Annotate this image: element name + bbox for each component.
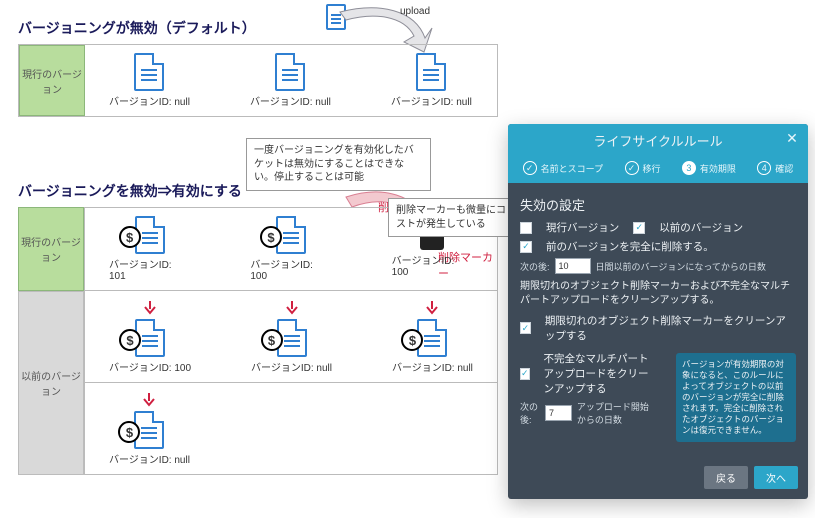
file-icon [134, 53, 164, 91]
panel-body: 失効の設定 現行バージョン 以前のバージョン 前のバージョンを完全に削除する。 … [508, 183, 808, 458]
dollar-icon: $ [260, 226, 282, 248]
version-id: バージョンID: null [109, 93, 190, 108]
checkbox-delete-previous[interactable] [520, 241, 532, 253]
file-icon: $ [277, 319, 307, 357]
checkbox-cleanup-markers-label: 期限切れのオブジェクト削除マーカーをクリーンアップする [545, 313, 796, 343]
upload-doc-icon [326, 4, 346, 30]
wizard-steps: ✓ 名前とスコープ ✓ 移行 3 有効期限 4 確認 [508, 157, 808, 183]
callout-delete-cost: 削除マーカーも微量にコストが発生している [388, 198, 518, 237]
lifecycle-panel: ライフサイクルルール ✕ ✓ 名前とスコープ ✓ 移行 3 有効期限 4 確認 失効の設… [508, 124, 808, 499]
red-arrow-icon [142, 393, 156, 407]
previous-row-label: 以前のバージョン [18, 291, 84, 475]
version-id: バージョンID: null [391, 93, 472, 108]
days-suffix: 日間以前のバージョンになってからの日数 [596, 260, 766, 273]
panel-warning-note: バージョンが有効期限の対象になると、このルールによってオブジェクトの以前のバージ… [676, 353, 796, 442]
dollar-icon: $ [401, 329, 423, 351]
file-icon: $ [135, 319, 165, 357]
red-arrow-icon [285, 301, 299, 315]
checkbox-previous-version[interactable] [633, 222, 645, 234]
section1-title: バージョニングが無効（デフォルト） [18, 18, 797, 38]
dollar-icon: $ [119, 226, 141, 248]
dollar-icon: $ [261, 329, 283, 351]
step-badge-icon: ✓ [523, 161, 537, 175]
current-row-label: 現行のバージョン [18, 207, 84, 291]
step-review[interactable]: 4 確認 [757, 161, 793, 175]
close-icon[interactable]: ✕ [784, 130, 800, 146]
version-id: バージョンID: null [250, 93, 331, 108]
version-id: バージョンID: 100 [250, 256, 331, 282]
file-icon [416, 53, 446, 91]
file-cell: $ バージョンID: 101 [109, 216, 190, 282]
mpu-days-suffix: アップロード開始からの日数 [577, 400, 656, 426]
step-label: 有効期限 [700, 162, 736, 175]
version-id: バージョンID: null [392, 359, 473, 374]
checkbox-cleanup-mpu-label: 不完全なマルチパートアップロードをクリーンアップする [544, 351, 656, 396]
step-badge-icon: 3 [682, 161, 696, 175]
version-id: バージョンID: 100 [392, 252, 473, 278]
section1-row-label: 現行のバージョン [19, 45, 85, 116]
file-cell: バージョンID: null [250, 53, 331, 108]
cleanup-title: 期限切れのオブジェクト削除マーカーおよび不完全なマルチパートアップロードをクリー… [520, 280, 796, 307]
days-prefix: 次の後: [520, 260, 550, 273]
panel-title-text: ライフサイクルルール [593, 134, 722, 149]
version-id: バージョンID: 100 [109, 359, 191, 374]
file-cell: $ バージョンID: null [109, 391, 190, 466]
file-icon: $ [134, 411, 164, 449]
file-icon: $ [276, 216, 306, 254]
step-label: 名前とスコープ [541, 162, 603, 175]
red-arrow-icon [143, 301, 157, 315]
previous-days-input[interactable]: 10 [555, 258, 591, 274]
dollar-icon: $ [119, 329, 141, 351]
mpu-days-prefix: 次の後: [520, 400, 540, 426]
step-badge-icon: ✓ [625, 161, 639, 175]
file-cell: $ バージョンID: null [392, 299, 473, 374]
version-id: バージョンID: null [251, 359, 332, 374]
step-name-scope[interactable]: ✓ 名前とスコープ [523, 161, 603, 175]
file-cell: $ バージョンID: 100 [109, 299, 191, 374]
upload-label: upload [400, 6, 430, 17]
step-transition[interactable]: ✓ 移行 [625, 161, 661, 175]
version-id: バージョンID: null [109, 451, 190, 466]
panel-title: ライフサイクルルール ✕ [508, 124, 808, 157]
red-arrow-icon [425, 301, 439, 315]
file-icon: $ [417, 319, 447, 357]
file-cell: バージョンID: null [391, 53, 472, 108]
checkbox-delete-previous-label: 前のバージョンを完全に削除する。 [546, 239, 714, 254]
step-badge-icon: 4 [757, 161, 771, 175]
step-expiration[interactable]: 3 有効期限 [682, 161, 736, 175]
checkbox-previous-label: 以前のバージョン [659, 220, 743, 235]
checkbox-cleanup-markers[interactable] [520, 322, 531, 334]
step-label: 移行 [643, 162, 661, 175]
checkbox-cleanup-mpu[interactable] [520, 368, 530, 380]
file-cell: バージョンID: null [109, 53, 190, 108]
callout-versioning-note: 一度バージョニングを有効化したバケットは無効にすることはできない。停止することは… [246, 138, 431, 191]
section1-diagram: 現行のバージョン バージョンID: null バージョンID: null バージ… [18, 44, 498, 117]
file-cell: $ バージョンID: 100 [250, 216, 331, 282]
next-button[interactable]: 次へ [754, 466, 798, 489]
checkbox-current-version[interactable] [520, 222, 532, 234]
dollar-icon: $ [118, 421, 140, 443]
file-icon [275, 53, 305, 91]
mpu-days-input[interactable]: 7 [545, 405, 572, 421]
file-cell: $ バージョンID: null [251, 299, 332, 374]
version-id: バージョンID: 101 [109, 256, 190, 282]
step-label: 確認 [775, 162, 793, 175]
back-button[interactable]: 戻る [704, 466, 748, 489]
section2-diagram: 削除 削除マーカー 現行のバージョン $ バージョンID: 101 $ バージョ… [18, 207, 498, 475]
checkbox-current-label: 現行バージョン [546, 220, 619, 235]
expiration-title: 失効の設定 [520, 195, 796, 214]
file-icon: $ [135, 216, 165, 254]
